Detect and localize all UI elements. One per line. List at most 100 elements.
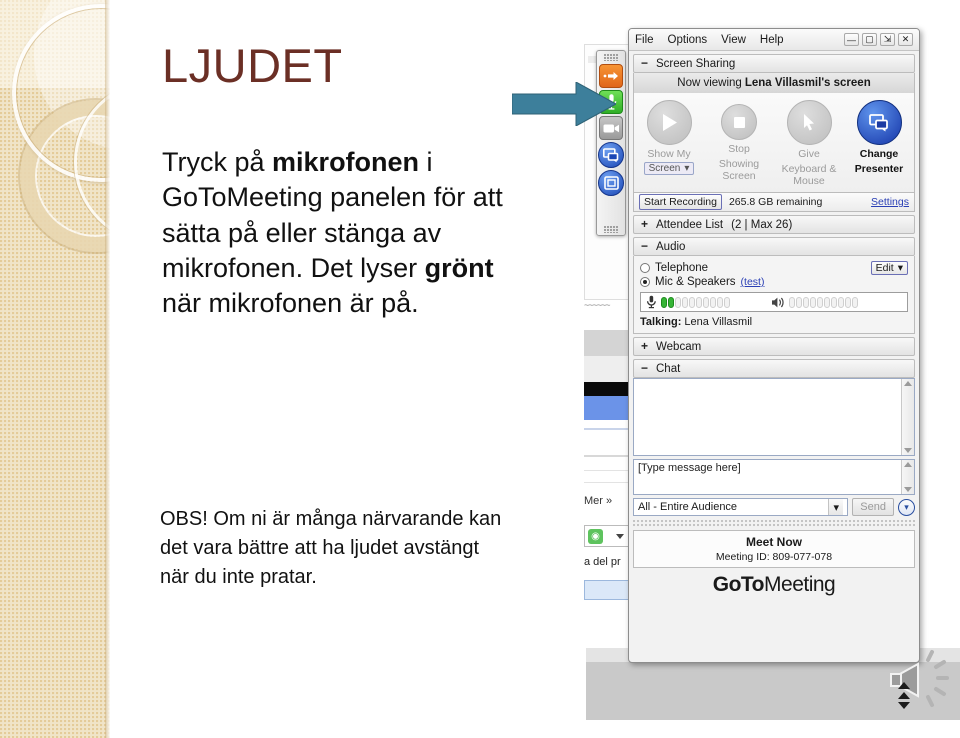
control-stop-showing-screen[interactable]: Stop Showing Screen (704, 100, 774, 187)
menu-item-options[interactable]: Options (668, 34, 708, 46)
section-header-chat[interactable]: − Chat (633, 359, 915, 379)
chat-send-button[interactable]: Send (852, 498, 894, 517)
control-sublabel-stop: Showing Screen (718, 158, 760, 183)
audio-edit-button[interactable]: Edit ▾ (870, 261, 908, 276)
background-green-dropdown: ◉ (584, 525, 630, 547)
menu-item-view[interactable]: View (721, 34, 746, 46)
level-pip (675, 296, 681, 308)
logo-bold-part: GoTo (712, 573, 765, 597)
play-icon[interactable] (646, 100, 692, 145)
slide-scroll-buttons[interactable] (896, 682, 912, 726)
start-recording-button[interactable]: Start Recording (639, 194, 722, 211)
arrow-right-icon (603, 72, 618, 80)
microphone-icon (646, 295, 656, 309)
slide-note-text: OBS! Om ni är många närvarande kan det v… (160, 508, 502, 588)
collapse-icon[interactable]: − (639, 57, 650, 69)
minimize-icon[interactable]: — (844, 33, 859, 46)
audio-test-link[interactable]: (test) (741, 276, 765, 288)
collapse-icon[interactable]: − (639, 240, 650, 252)
talking-name: Lena Villasmil (684, 316, 753, 329)
chat-message-placeholder[interactable]: [Type message here] (634, 460, 901, 494)
gotomeeting-floating-toolbar[interactable] (596, 50, 626, 236)
mic-level-pips (661, 296, 730, 308)
chevron-down-icon[interactable]: ▾ (828, 499, 844, 516)
window-controls[interactable]: — ▢ ⇲ ✕ (844, 33, 913, 46)
chat-audience-select[interactable]: All - Entire Audience ▾ (633, 498, 849, 517)
background-green-icon: ◉ (588, 529, 603, 544)
scroll-up-icon-2[interactable] (898, 692, 910, 699)
chevron-down-icon: ▾ (897, 262, 903, 275)
chevron-down-icon: ▾ (684, 163, 690, 175)
page-title: LJUDET (162, 39, 343, 92)
toolbar-grip-top[interactable] (604, 54, 618, 61)
screen-sharing-controls[interactable]: Show My Screen ▾ Stop Showing Screen Giv… (633, 93, 915, 194)
scroll-up-icon[interactable] (898, 682, 910, 689)
scroll-down-icon[interactable] (904, 448, 912, 454)
level-pip (817, 296, 823, 308)
menu-item-file[interactable]: File (635, 34, 654, 46)
level-pip (703, 296, 709, 308)
radio-mic-speakers[interactable] (640, 277, 650, 288)
control-change-presenter[interactable]: Change Presenter (844, 100, 914, 187)
level-pip (845, 296, 851, 308)
gotomeeting-control-panel[interactable]: File Options View Help — ▢ ⇲ ✕ − Screen … (628, 28, 920, 663)
screen-select-dropdown[interactable]: Screen ▾ (643, 162, 695, 176)
background-del-label: a del pr (584, 556, 621, 568)
section-header-screen-sharing[interactable]: − Screen Sharing (633, 54, 915, 73)
chat-transcript[interactable] (633, 378, 915, 457)
audio-option-telephone[interactable]: Telephone Edit ▾ (640, 261, 908, 276)
chat-send-row[interactable]: All - Entire Audience ▾ Send ▾ (633, 498, 915, 517)
audio-option-mic-speakers[interactable]: Mic & Speakers (test) (640, 276, 908, 288)
section-header-webcam[interactable]: + Webcam (633, 337, 915, 357)
recording-row[interactable]: Start Recording 265.8 GB remaining Setti… (633, 193, 915, 213)
chat-transcript-scrollbar[interactable] (901, 379, 914, 456)
level-pip (803, 296, 809, 308)
section-label-chat: Chat (656, 362, 681, 375)
background-divider-1 (584, 428, 630, 430)
menu-item-help[interactable]: Help (760, 34, 784, 46)
now-viewing-prefix: Now viewing (677, 77, 742, 89)
screen-share-icon[interactable] (856, 100, 902, 145)
scroll-up-icon[interactable] (904, 381, 912, 387)
scroll-down-icon[interactable] (904, 487, 912, 493)
level-pip (838, 296, 844, 308)
control-give-keyboard-mouse[interactable]: Give Keyboard & Mouse (774, 100, 844, 187)
chat-more-options-button[interactable]: ▾ (898, 498, 915, 516)
scroll-up-icon[interactable] (904, 462, 912, 468)
background-gray-block-2 (584, 356, 630, 382)
close-icon[interactable]: ✕ (898, 33, 913, 46)
collapse-icon[interactable]: − (639, 362, 650, 374)
expand-icon[interactable]: + (639, 218, 650, 230)
level-pip (661, 296, 667, 308)
cursor-icon[interactable] (786, 100, 832, 145)
chat-transcript-text (634, 379, 901, 455)
section-header-audio[interactable]: − Audio (633, 237, 915, 257)
audio-section-body[interactable]: Telephone Edit ▾ Mic & Speakers (test) T… (633, 256, 915, 335)
control-sublabel-presenter: Presenter (854, 163, 904, 176)
chat-message-input[interactable]: [Type message here] (633, 459, 915, 496)
expand-icon[interactable]: + (639, 340, 650, 352)
section-label-webcam: Webcam (656, 340, 702, 353)
level-pip (796, 296, 802, 308)
background-gray-block-1 (584, 330, 630, 356)
section-label-attendee-list: Attendee List (656, 218, 724, 231)
section-header-attendee-list[interactable]: + Attendee List (2 | Max 26) (633, 215, 915, 235)
restore-icon[interactable]: ⇲ (880, 33, 895, 46)
scroll-down-icon[interactable] (898, 702, 910, 709)
level-pip (724, 296, 730, 308)
chat-input-scrollbar[interactable] (901, 460, 914, 495)
panel-resize-grip[interactable] (633, 520, 915, 528)
stop-icon[interactable] (721, 104, 757, 140)
maximize-icon[interactable]: ▢ (862, 33, 877, 46)
chevron-down-icon: ▾ (904, 501, 909, 512)
toolbar-view-window-button[interactable] (598, 170, 624, 196)
radio-telephone[interactable] (640, 263, 650, 274)
menu-bar[interactable]: File Options View Help — ▢ ⇲ ✕ (629, 29, 919, 51)
control-show-my-screen[interactable]: Show My Screen ▾ (634, 100, 704, 187)
band-edge-highlight (105, 0, 110, 738)
toolbar-grip-bottom[interactable] (604, 226, 618, 233)
label-telephone: Telephone (655, 262, 709, 275)
window-icon (603, 176, 619, 190)
recording-settings-link[interactable]: Settings (871, 196, 909, 208)
toolbar-change-presenter-button[interactable] (598, 142, 624, 168)
